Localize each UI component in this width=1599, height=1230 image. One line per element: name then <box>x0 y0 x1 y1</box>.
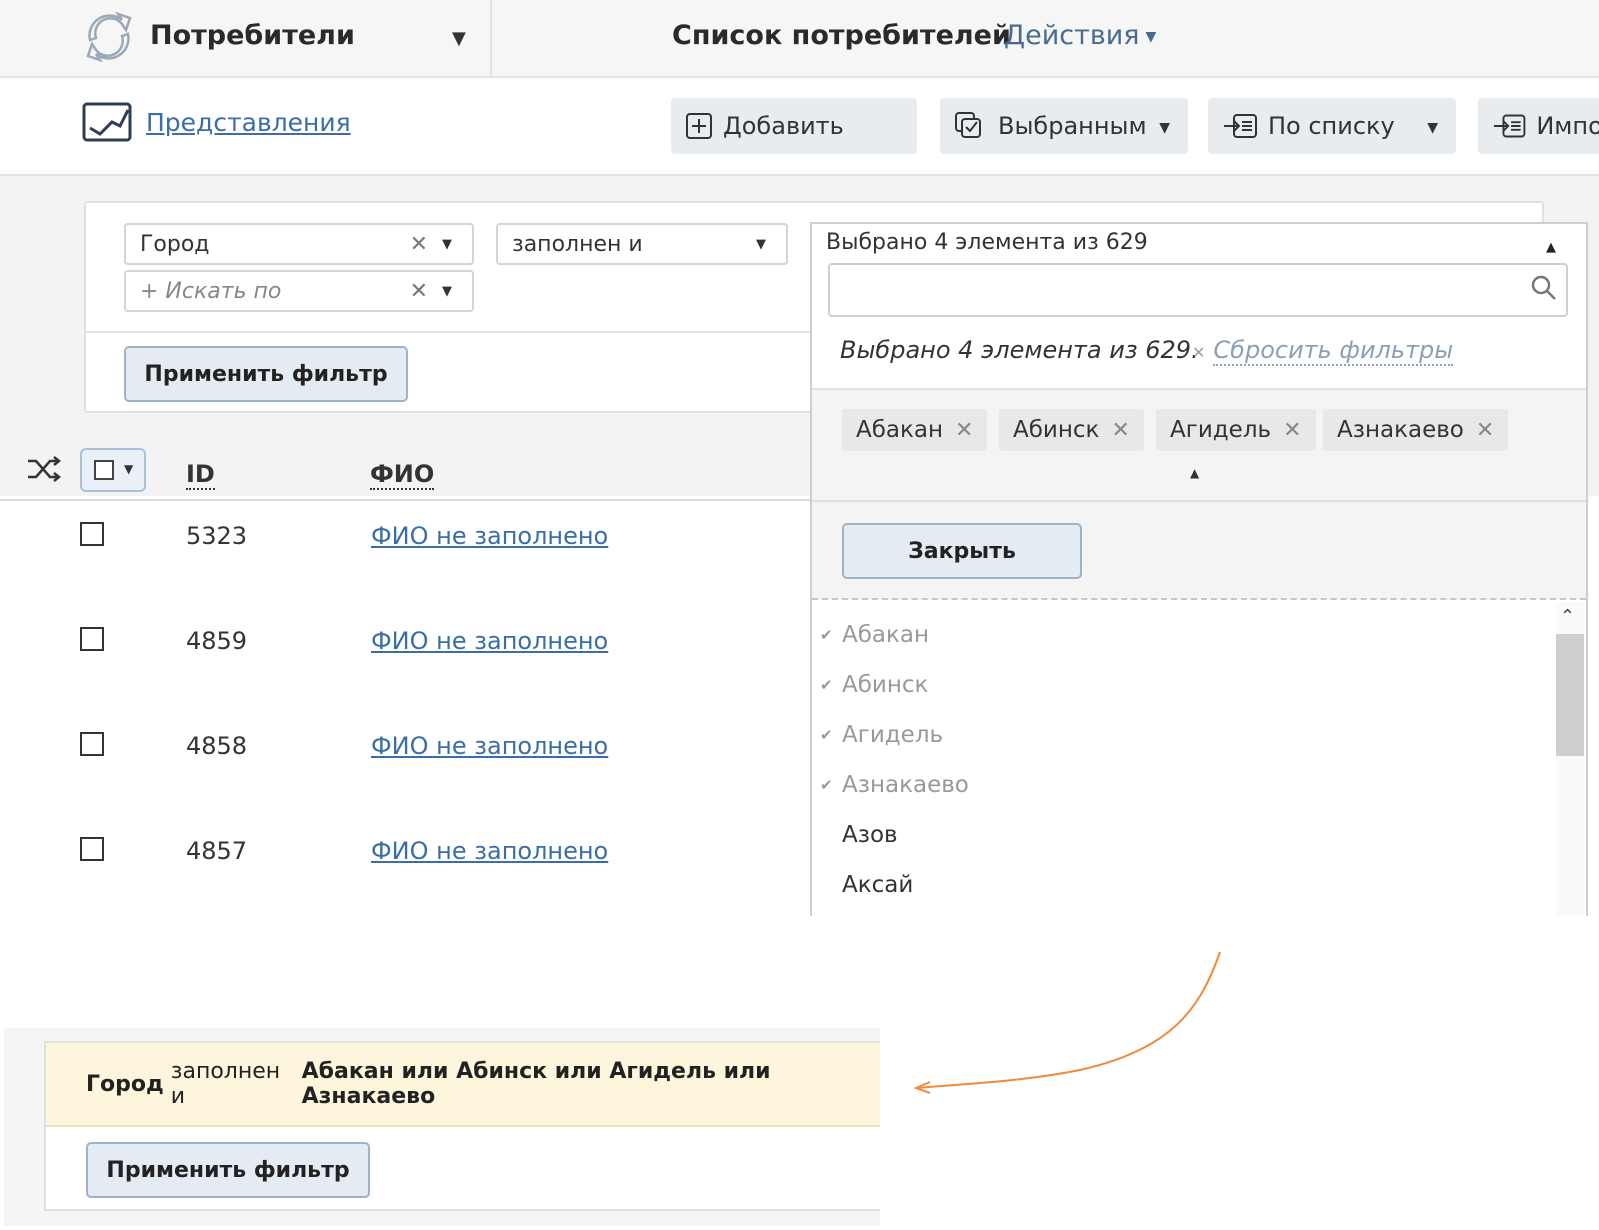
filter-condition-value: заполнен и <box>512 231 643 257</box>
check-icon: ✔ <box>820 626 833 644</box>
row-id: 4858 <box>186 732 248 760</box>
by-list-label: По списку <box>1268 112 1395 140</box>
selected-tag: Агидель ✕ <box>1156 409 1316 451</box>
remove-tag-icon[interactable]: ✕ <box>1111 418 1129 443</box>
tag-label: Абакан <box>856 417 944 443</box>
dropdown-search-input[interactable] <box>828 263 1568 317</box>
layers-check-icon <box>955 112 981 138</box>
filter-summary: Город заполнен и Абакан или Абинск или А… <box>46 1043 880 1127</box>
selection-status: Выбрано 4 элемента из 629. <box>840 336 1199 364</box>
row-checkbox[interactable] <box>80 837 104 861</box>
row-id: 4857 <box>186 837 248 865</box>
add-button[interactable]: Добавить <box>671 98 917 154</box>
row-fio-link[interactable]: ФИО не заполнено <box>371 522 608 550</box>
actions-label[interactable]: Действия <box>1004 20 1140 51</box>
summary-field: Город <box>86 1071 164 1097</box>
add-label: Добавить <box>723 112 844 140</box>
close-icon: ✕ <box>1192 343 1206 362</box>
tag-label: Азнакаево <box>1337 417 1464 443</box>
collapse-tags-icon[interactable]: ▲ <box>1190 466 1199 480</box>
selected-actions-button[interactable]: Выбранным ▼ <box>940 98 1188 154</box>
row-fio-link[interactable]: ФИО не заполнено <box>371 627 608 655</box>
row-id: 5323 <box>186 522 248 550</box>
app-logo-icon <box>86 11 132 63</box>
column-header-id[interactable]: ID <box>186 460 215 490</box>
chevron-down-icon[interactable]: ▼ <box>756 237 766 252</box>
import-icon <box>1493 114 1526 138</box>
shuffle-icon[interactable] <box>26 456 62 482</box>
import-button[interactable]: Импор <box>1478 98 1599 154</box>
filter-divider <box>86 331 816 333</box>
import-label: Импор <box>1536 112 1599 140</box>
row-fio-link[interactable]: ФИО не заполнено <box>371 837 608 865</box>
page-title: Список потребителей <box>672 20 1011 51</box>
row-checkbox[interactable] <box>80 627 104 651</box>
row-checkbox[interactable] <box>80 522 104 546</box>
option-item[interactable]: Абинск <box>842 672 928 698</box>
clear-icon[interactable]: ✕ <box>410 279 428 304</box>
remove-tag-icon[interactable]: ✕ <box>1476 418 1494 443</box>
annotation-arrow <box>913 951 1221 1094</box>
filter-search-placeholder: + Искать по <box>140 278 282 304</box>
select-all-checkbox[interactable]: ▼ <box>80 448 146 492</box>
tags-divider <box>812 500 1586 502</box>
list-import-icon <box>1224 114 1257 138</box>
filter-condition-select[interactable]: заполнен и ▼ <box>496 223 788 265</box>
tag-label: Абинск <box>1013 417 1100 443</box>
column-header-fio[interactable]: ФИО <box>370 460 435 490</box>
row-checkbox[interactable] <box>80 732 104 756</box>
header-divider <box>490 0 492 76</box>
chevron-down-icon: ▼ <box>1427 120 1438 136</box>
actions-menu[interactable]: Действия ▼ <box>1004 20 1156 51</box>
selected-label: Выбранным <box>998 112 1147 140</box>
chevron-down-icon: ▼ <box>1145 28 1157 45</box>
chevron-up-icon[interactable]: ▲ <box>1546 240 1556 255</box>
reset-filters-link[interactable]: Сбросить фильтры <box>1213 336 1454 366</box>
table-header-divider <box>0 499 812 501</box>
plus-box-icon <box>686 113 712 139</box>
close-button[interactable]: Закрыть <box>842 523 1082 579</box>
remove-tag-icon[interactable]: ✕ <box>1283 418 1301 443</box>
reset-filters[interactable]: ✕ Сбросить фильтры <box>1192 336 1454 366</box>
selected-tag: Абинск ✕ <box>999 409 1144 451</box>
clear-icon[interactable]: ✕ <box>410 232 428 257</box>
check-icon: ✔ <box>820 676 833 694</box>
apply-filter-button[interactable]: Применить фильтр <box>124 346 408 402</box>
filter-search-select[interactable]: + Искать по ✕ ▼ <box>124 270 474 312</box>
app-menu-caret-icon[interactable]: ▼ <box>452 28 466 49</box>
remove-tag-icon[interactable]: ✕ <box>955 418 973 443</box>
filter-field-select[interactable]: Город ✕ ▼ <box>124 223 474 265</box>
check-icon: ✔ <box>820 726 833 744</box>
chevron-down-icon[interactable]: ▼ <box>124 462 133 476</box>
filter-field-value: Город <box>140 231 210 257</box>
chevron-down-icon[interactable]: ▼ <box>442 284 452 299</box>
tag-label: Агидель <box>1170 417 1272 443</box>
chart-icon <box>82 102 132 142</box>
summary-values: Абакан или Абинск или Агидель или Азнака… <box>301 1059 771 1109</box>
chevron-down-icon[interactable]: ▼ <box>442 237 452 252</box>
check-icon: ✔ <box>820 776 833 794</box>
row-fio-link[interactable]: ФИО не заполнено <box>371 732 608 760</box>
scroll-up-icon[interactable]: ⌃ <box>1560 606 1575 627</box>
apply-filter-button[interactable]: Применить фильтр <box>86 1142 370 1198</box>
views-link[interactable]: Представления <box>146 108 351 137</box>
selected-tag: Азнакаево ✕ <box>1323 409 1509 451</box>
selected-tag: Абакан ✕ <box>842 409 988 451</box>
option-item[interactable]: Аксай <box>842 872 913 898</box>
dropdown-header[interactable]: Выбрано 4 элемента из 629 <box>826 230 1148 255</box>
option-item[interactable]: Азов <box>842 822 898 848</box>
search-icon <box>1531 275 1556 300</box>
checkbox[interactable] <box>94 460 114 480</box>
app-title[interactable]: Потребители <box>150 20 355 51</box>
chevron-down-icon: ▼ <box>1159 120 1170 136</box>
by-list-button[interactable]: По списку ▼ <box>1208 98 1456 154</box>
summary-condition: заполнен и <box>170 1059 281 1109</box>
row-id: 4859 <box>186 627 248 655</box>
option-item[interactable]: Азнакаево <box>842 772 969 798</box>
option-item[interactable]: Абакан <box>842 622 929 648</box>
scrollbar-thumb[interactable] <box>1556 634 1584 756</box>
option-item[interactable]: Агидель <box>842 722 943 748</box>
